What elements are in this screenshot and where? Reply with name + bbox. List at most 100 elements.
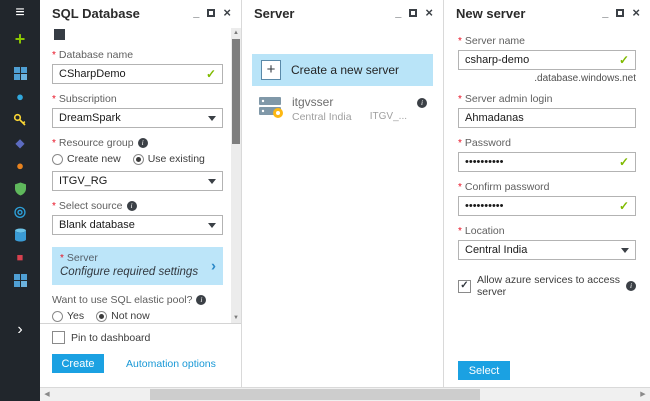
password-label: * Password xyxy=(458,137,636,149)
radio-yes-label: Yes xyxy=(67,310,85,322)
required-marker: * xyxy=(458,137,462,149)
close-icon[interactable]: × xyxy=(223,6,231,19)
server-picker[interactable]: * Server Configure required settings › xyxy=(52,247,223,285)
subscription-select[interactable]: DreamSpark xyxy=(52,108,223,128)
blade-scrollbar[interactable]: ▲ ▼ xyxy=(231,28,241,323)
expand-chevron-icon[interactable]: › xyxy=(0,318,40,341)
radio-create-new[interactable] xyxy=(52,153,63,165)
allow-label: Allow azure services to access server xyxy=(477,274,620,298)
scroll-right-arrow[interactable]: ▶ xyxy=(636,388,650,401)
database-name-field[interactable]: ✓ xyxy=(52,64,223,84)
allow-azure-services[interactable]: ✓ Allow azure services to access server … xyxy=(458,274,636,298)
pin-checkbox[interactable] xyxy=(52,331,65,344)
minimize-icon[interactable]: _ xyxy=(395,8,401,19)
required-marker: * xyxy=(52,137,56,149)
horizontal-scrollbar[interactable]: ◀ ▶ xyxy=(40,387,650,401)
pin-to-dashboard[interactable]: Pin to dashboard xyxy=(52,331,229,344)
radio-create-new-label: Create new xyxy=(67,153,121,165)
resource-group-label: * Resource group i xyxy=(52,137,223,149)
password-field[interactable]: ✓ xyxy=(458,152,636,172)
blade-header: New server _ × xyxy=(444,0,650,26)
admin-login-input[interactable] xyxy=(465,112,629,124)
valid-check-icon: ✓ xyxy=(618,155,629,169)
all-resources-grid-icon[interactable] xyxy=(0,62,40,85)
database-name-input[interactable] xyxy=(59,68,200,80)
resource-group-select[interactable]: ITGV_RG xyxy=(52,171,223,191)
valid-check-icon: ✓ xyxy=(618,53,629,67)
blade-server: Server _ × + Create a new server itgvsse… xyxy=(242,0,444,387)
checkbox-check-icon: ✓ xyxy=(460,280,469,291)
radio-use-existing[interactable] xyxy=(132,153,144,165)
scrollbar-thumb[interactable] xyxy=(150,389,480,400)
maximize-icon[interactable] xyxy=(409,9,418,17)
resource-group-value: ITGV_RG xyxy=(59,175,108,187)
maximize-icon[interactable] xyxy=(616,9,625,17)
cloud-circle-icon[interactable]: ● xyxy=(0,85,40,108)
label-text: Resource group xyxy=(58,137,134,149)
info-icon[interactable]: i xyxy=(126,201,137,211)
admin-login-label: * Server admin login xyxy=(458,93,636,105)
elastic-pool-label: Want to use SQL elastic pool? i xyxy=(52,294,223,306)
scrollbar-thumb[interactable] xyxy=(232,39,240,144)
database-icon[interactable] xyxy=(0,223,40,246)
database-name-label: * Database name xyxy=(52,49,223,61)
select-source-select[interactable]: Blank database xyxy=(52,215,223,235)
grid-icon[interactable] xyxy=(0,269,40,292)
minimize-icon[interactable]: _ xyxy=(602,8,608,19)
sidebar: ≡ + ● ◆ ● ◎ ■ › xyxy=(0,0,40,401)
allow-checkbox[interactable]: ✓ xyxy=(458,279,471,293)
scroll-left-arrow[interactable]: ◀ xyxy=(40,388,54,401)
server-resource-group: ITGV_... xyxy=(369,111,407,122)
close-icon[interactable]: × xyxy=(425,6,433,19)
info-icon[interactable]: i xyxy=(626,281,636,291)
create-button[interactable]: Create xyxy=(52,354,104,373)
server-name-label: * Server name xyxy=(458,35,636,47)
server-name: itgvsser xyxy=(292,95,334,109)
info-icon[interactable]: i xyxy=(417,98,427,108)
automation-options-link[interactable]: Automation options xyxy=(126,358,216,370)
select-source-label: * Select source i xyxy=(52,200,223,212)
location-select[interactable]: Central India xyxy=(458,240,636,260)
server-icon xyxy=(258,95,284,123)
label-text: Subscription xyxy=(58,93,117,105)
scroll-up-arrow[interactable]: ▲ xyxy=(231,28,241,38)
globe-icon[interactable]: ● xyxy=(0,154,40,177)
minimize-icon[interactable]: _ xyxy=(193,8,199,19)
elastic-pool-radios: Yes Not now xyxy=(52,310,223,322)
diamond-icon[interactable]: ◆ xyxy=(0,131,40,154)
label-text: Confirm password xyxy=(464,181,550,193)
create-new-server-item[interactable]: + Create a new server xyxy=(252,54,433,86)
blade-new-server: New server _ × * Server name ✓ .database… xyxy=(444,0,650,387)
password-input[interactable] xyxy=(465,156,613,168)
info-icon[interactable]: i xyxy=(137,138,148,148)
server-list-item[interactable]: itgvsser Central India ITGV_... i xyxy=(252,90,433,128)
chevron-down-icon xyxy=(208,223,216,232)
server-name-input[interactable] xyxy=(465,54,613,66)
shield-icon[interactable] xyxy=(0,177,40,200)
close-icon[interactable]: × xyxy=(632,6,640,19)
plus-icon: + xyxy=(261,60,281,80)
blade-footer: Pin to dashboard Create Automation optio… xyxy=(40,323,241,387)
scroll-down-arrow[interactable]: ▼ xyxy=(231,313,241,323)
label-text: Server admin login xyxy=(464,93,553,105)
red-tile-icon[interactable]: ■ xyxy=(0,246,40,269)
confirm-password-input[interactable] xyxy=(465,200,613,212)
required-marker: * xyxy=(458,181,462,193)
label-text: Location xyxy=(464,225,505,237)
blade-command-icon[interactable] xyxy=(54,29,65,40)
new-plus-icon[interactable]: + xyxy=(0,26,40,52)
admin-login-field[interactable] xyxy=(458,108,636,128)
blades-container: SQL Database _ × * Database name ✓ * Sub… xyxy=(40,0,650,387)
ring-icon[interactable]: ◎ xyxy=(0,200,40,223)
server-name-field[interactable]: ✓ xyxy=(458,50,636,70)
confirm-password-label: * Confirm password xyxy=(458,181,636,193)
server-picker-placeholder: Configure required settings xyxy=(60,266,199,278)
hamburger-menu-icon[interactable]: ≡ xyxy=(0,0,40,26)
radio-not-now[interactable] xyxy=(96,310,108,322)
info-icon[interactable]: i xyxy=(196,295,207,305)
radio-yes[interactable] xyxy=(52,310,63,322)
key-icon[interactable] xyxy=(0,108,40,131)
select-button[interactable]: Select xyxy=(458,361,510,380)
maximize-icon[interactable] xyxy=(207,9,216,17)
confirm-password-field[interactable]: ✓ xyxy=(458,196,636,216)
